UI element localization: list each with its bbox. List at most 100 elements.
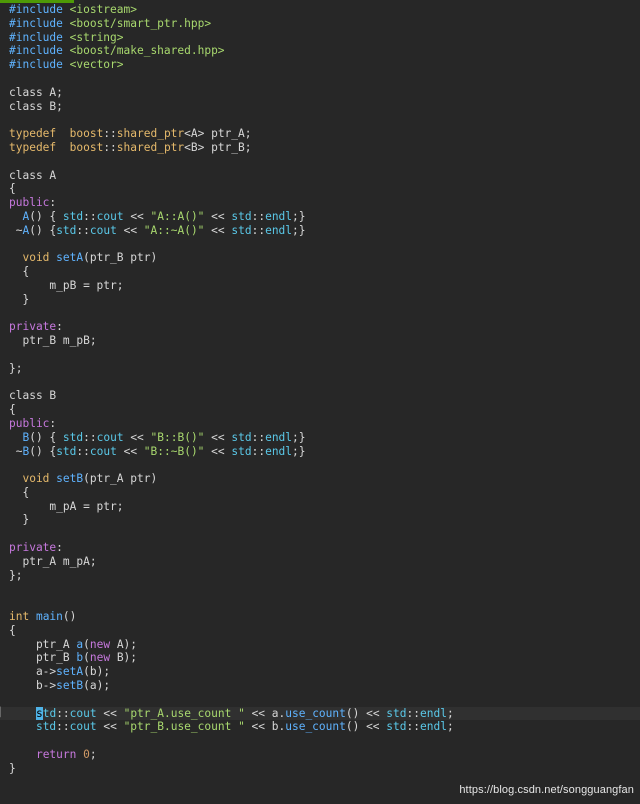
code-token: std xyxy=(386,720,407,734)
code-line[interactable] xyxy=(0,155,640,169)
code-token: << xyxy=(204,430,232,444)
code-token: ~ xyxy=(9,444,23,458)
code-token: ( xyxy=(83,637,90,651)
code-line[interactable]: a->setA(b); xyxy=(0,665,640,679)
code-token: new xyxy=(89,651,111,665)
code-line[interactable]: { xyxy=(0,403,640,417)
code-line[interactable] xyxy=(0,596,640,610)
code-token: :: xyxy=(251,444,266,458)
code-line[interactable] xyxy=(0,238,640,252)
code-token: :: xyxy=(76,444,90,458)
code-token: endl xyxy=(265,430,293,444)
code-line[interactable]: #include <boost/make_shared.hpp> xyxy=(0,44,640,58)
code-line[interactable]: #include <string> xyxy=(0,31,640,45)
code-line[interactable]: ptr_A a(new A); xyxy=(0,638,640,652)
code-line[interactable]: class B; xyxy=(0,100,640,114)
code-line[interactable] xyxy=(0,72,640,86)
code-line[interactable] xyxy=(0,113,640,127)
code-line[interactable]: public: xyxy=(0,417,640,431)
code-line[interactable]: #include <vector> xyxy=(0,58,640,72)
code-line[interactable]: return 0; xyxy=(0,748,640,762)
code-line[interactable] xyxy=(0,582,640,596)
code-line[interactable] xyxy=(0,527,640,541)
code-token: { xyxy=(9,623,16,637)
code-line[interactable]: class B xyxy=(0,389,640,403)
code-line[interactable]: std::cout << "ptr_B.use_count " << b.use… xyxy=(0,720,640,734)
code-line[interactable]: { xyxy=(0,182,640,196)
code-line[interactable]: } xyxy=(0,762,640,776)
code-token: <boost/make_shared.hpp> xyxy=(69,44,225,58)
code-line[interactable]: m_pB = ptr; xyxy=(0,279,640,293)
code-token: << a. xyxy=(244,706,286,720)
code-line[interactable]: ▏ std::cout << "ptr_A.use_count " << a.u… xyxy=(0,706,640,721)
code-line[interactable]: private: xyxy=(0,541,640,555)
code-editor[interactable]: #include <iostream> #include <boost/smart… xyxy=(0,0,640,804)
code-line[interactable]: B() { std::cout << "B::B()" << std::endl… xyxy=(0,431,640,445)
code-line[interactable]: } xyxy=(0,513,640,527)
code-line[interactable]: ~A() {std::cout << "A::~A()" << std::end… xyxy=(0,224,640,238)
code-token: public xyxy=(9,416,50,430)
code-line[interactable]: ptr_B m_pB; xyxy=(0,334,640,348)
code-token: <vector> xyxy=(69,58,124,72)
code-token: B); xyxy=(110,651,138,665)
code-line[interactable]: private: xyxy=(0,320,640,334)
code-line[interactable]: int main() xyxy=(0,610,640,624)
code-line[interactable] xyxy=(0,693,640,707)
code-line[interactable]: { xyxy=(0,486,640,500)
code-line[interactable] xyxy=(0,734,640,748)
code-token: }; xyxy=(9,361,23,375)
code-token: boost xyxy=(69,127,104,141)
code-line[interactable]: typedef boost::shared_ptr<A> ptr_A; xyxy=(0,127,640,141)
code-token: () << xyxy=(345,720,387,734)
code-line[interactable]: b->setB(a); xyxy=(0,679,640,693)
code-token: m_pB = ptr; xyxy=(9,278,124,292)
code-token: "ptr_A.use_count " xyxy=(123,706,245,720)
code-line[interactable]: }; xyxy=(0,569,640,583)
code-token: shared_ptr xyxy=(116,127,185,141)
code-token: <B> ptr_B; xyxy=(184,140,252,154)
code-token: class B; xyxy=(9,99,63,113)
code-token: "B::~B()" xyxy=(143,444,205,458)
code-token: td xyxy=(42,706,57,720)
code-token: :: xyxy=(251,223,266,237)
code-token: ;} xyxy=(292,209,306,223)
code-token: : xyxy=(49,416,57,430)
code-line[interactable]: #include <iostream> xyxy=(0,3,640,17)
code-token: m_pA = ptr; xyxy=(9,499,124,513)
code-token: "A::A()" xyxy=(150,209,205,223)
code-token: } xyxy=(9,292,30,306)
code-token: shared_ptr xyxy=(116,140,185,154)
code-line[interactable]: }; xyxy=(0,362,640,376)
code-token: ;} xyxy=(292,223,306,237)
code-line[interactable]: void setA(ptr_B ptr) xyxy=(0,251,640,265)
code-line[interactable]: { xyxy=(0,265,640,279)
code-token: setA xyxy=(56,665,84,679)
code-line[interactable] xyxy=(0,307,640,321)
code-line[interactable]: #include <boost/smart_ptr.hpp> xyxy=(0,17,640,31)
code-line[interactable]: m_pA = ptr; xyxy=(0,500,640,514)
code-line[interactable] xyxy=(0,458,640,472)
code-token: A); xyxy=(110,637,138,651)
code-line[interactable]: public: xyxy=(0,196,640,210)
code-token: () << xyxy=(345,706,387,720)
code-line[interactable]: class A; xyxy=(0,86,640,100)
code-line[interactable]: class A xyxy=(0,169,640,183)
code-token: ptr_A xyxy=(9,637,77,651)
code-token: "B::B()" xyxy=(150,430,205,444)
code-line[interactable]: typedef boost::shared_ptr<B> ptr_B; xyxy=(0,141,640,155)
code-line[interactable]: A() { std::cout << "A::A()" << std::endl… xyxy=(0,210,640,224)
code-line[interactable]: } xyxy=(0,293,640,307)
code-token: #include xyxy=(9,30,70,44)
code-token: std xyxy=(231,444,252,458)
code-area[interactable]: #include <iostream> #include <boost/smart… xyxy=(0,3,640,776)
code-line[interactable] xyxy=(0,376,640,390)
code-line[interactable]: ptr_B b(new B); xyxy=(0,651,640,665)
code-line[interactable] xyxy=(0,348,640,362)
code-line[interactable]: void setB(ptr_A ptr) xyxy=(0,472,640,486)
code-line[interactable]: { xyxy=(0,624,640,638)
code-line[interactable]: ptr_A m_pA; xyxy=(0,555,640,569)
code-line[interactable]: ~B() {std::cout << "B::~B()" << std::end… xyxy=(0,445,640,459)
